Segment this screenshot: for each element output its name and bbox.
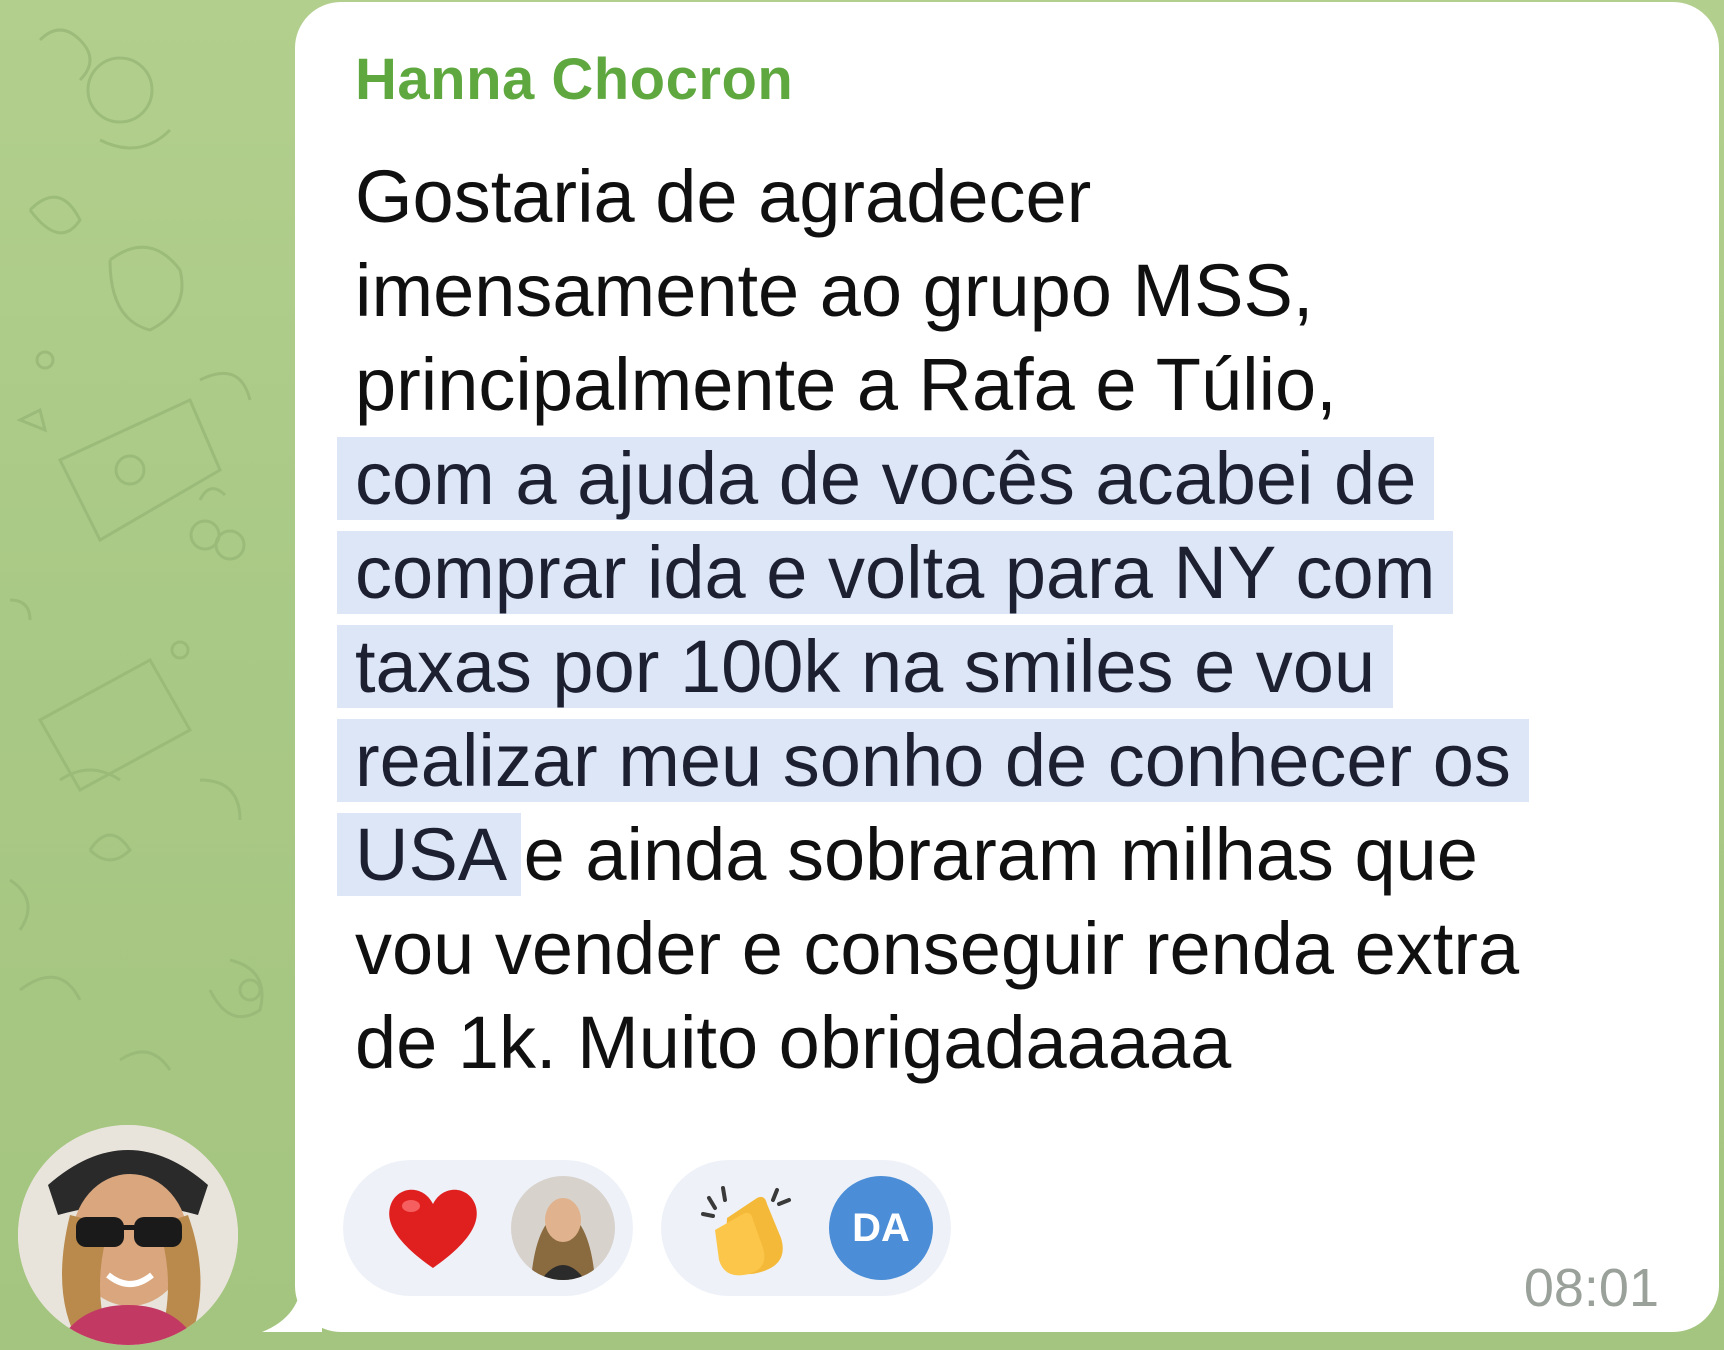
message-line-4: com a ajuda de vocês acabei de	[355, 432, 1715, 526]
highlighted-text: realizar meu sonho de conhecer os	[355, 719, 1511, 802]
message-line-1-text: Gostaria de agradecer	[355, 155, 1092, 238]
reactor-initials-avatar[interactable]: DA	[829, 1176, 933, 1280]
message-bubble[interactable]: Hanna Chocron Gostaria de agradecer imen…	[295, 2, 1719, 1332]
message-line-3: principalmente a Rafa e Túlio,	[355, 338, 1715, 432]
message-line-10-text: de 1k. Muito obrigadaaaaa	[355, 1001, 1232, 1084]
message-timestamp: 08:01	[1523, 1258, 1659, 1318]
message-line-2-text: imensamente ao grupo MSS,	[355, 249, 1314, 332]
highlighted-text: taxas por 100k na smiles e vou	[355, 625, 1376, 708]
heart-emoji-icon	[389, 1189, 477, 1268]
sender-photo	[18, 1125, 238, 1345]
message-line-5: comprar ida e volta para NY com	[355, 526, 1715, 620]
reactor-avatar[interactable]	[511, 1176, 615, 1280]
highlighted-text: com a ajuda de vocês acabei de	[355, 437, 1417, 520]
reaction-clap[interactable]: DA	[661, 1160, 951, 1296]
message-line-8-text: e ainda sobraram milhas que	[503, 813, 1478, 896]
message-line-9-text: vou vender e conseguir renda extra	[355, 907, 1520, 990]
message-line-6: taxas por 100k na smiles e vou	[355, 620, 1715, 714]
reaction-heart[interactable]	[343, 1160, 633, 1296]
sender-name[interactable]: Hanna Chocron	[355, 46, 793, 113]
message-line-2: imensamente ao grupo MSS,	[355, 244, 1715, 338]
message-text: Gostaria de agradecer imensamente ao gru…	[355, 150, 1715, 1090]
highlighted-text: comprar ida e volta para NY com	[355, 531, 1436, 614]
sender-avatar[interactable]	[18, 1125, 238, 1345]
message-line-8: USA e ainda sobraram milhas que	[355, 808, 1715, 902]
reactor-photo	[511, 1176, 615, 1280]
message-line-9: vou vender e conseguir renda extra	[355, 902, 1715, 996]
clapping-hands-emoji-icon	[701, 1186, 791, 1276]
message-line-7: realizar meu sonho de conhecer os	[355, 714, 1715, 808]
message-line-1: Gostaria de agradecer	[355, 150, 1715, 244]
message-line-3-text: principalmente a Rafa e Túlio,	[355, 343, 1337, 426]
message-line-10: de 1k. Muito obrigadaaaaa	[355, 996, 1715, 1090]
highlighted-text: USA	[355, 813, 504, 896]
